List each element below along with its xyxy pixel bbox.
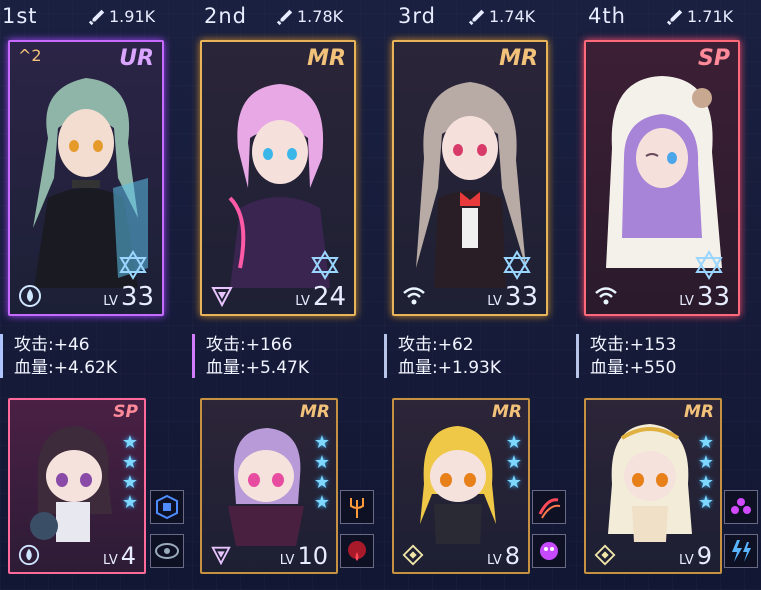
support-card[interactable]: SP ★ ★ ★ ★ LV 4 bbox=[8, 398, 146, 574]
triangle-icon bbox=[211, 287, 233, 308]
character-card[interactable]: SP LV 33 bbox=[584, 40, 740, 316]
stat-accent-bar bbox=[0, 334, 3, 378]
character-card[interactable]: MR LV 33 bbox=[392, 40, 548, 316]
support-portrait bbox=[228, 428, 304, 546]
level-display: LV 24 bbox=[295, 282, 346, 312]
rank-label: 3rd bbox=[398, 4, 436, 28]
star-rating: ★ ★ ★ bbox=[505, 432, 522, 493]
drop-circle-icon bbox=[18, 544, 40, 566]
star-rating: ★ ★ ★ ★ bbox=[697, 432, 714, 513]
diamond-icon bbox=[594, 544, 616, 566]
level-display: LV 33 bbox=[103, 282, 154, 312]
sword-icon bbox=[88, 9, 105, 25]
sword-icon bbox=[468, 9, 485, 25]
sword-icon bbox=[666, 9, 683, 25]
sword-icon bbox=[276, 9, 293, 25]
stat-accent-bar bbox=[384, 334, 387, 378]
character-card[interactable]: MR LV 24 bbox=[200, 40, 356, 316]
star-rating: ★ ★ ★ ★ bbox=[121, 432, 138, 513]
level-display: LV 4 bbox=[103, 542, 136, 570]
rank-label: 1st bbox=[2, 4, 38, 28]
power-value: 1.91K bbox=[109, 7, 156, 26]
power-display: 1.71K bbox=[666, 7, 733, 26]
stat-accent-bar bbox=[576, 334, 579, 378]
support-portrait bbox=[30, 426, 112, 542]
level-display: LV 33 bbox=[679, 282, 730, 312]
level-display: LV 10 bbox=[279, 542, 328, 570]
rank-label: 4th bbox=[588, 4, 626, 28]
stat-bonus: 攻击:+153 血量:+550 bbox=[590, 335, 677, 378]
hexagram-icon bbox=[503, 250, 531, 280]
lightning-skill-icon[interactable] bbox=[724, 534, 758, 568]
fire-slash-skill-icon[interactable] bbox=[532, 490, 566, 524]
team-slot-1[interactable]: 1st 1.91K ^2 UR LV 33 攻击:+46 血量:+4.62K SP bbox=[0, 0, 190, 590]
eye-skill-icon[interactable] bbox=[150, 534, 184, 568]
rank-label: 2nd bbox=[204, 4, 248, 28]
stat-bonus: 攻击:+166 血量:+5.47K bbox=[206, 335, 309, 378]
trident-skill-icon[interactable] bbox=[340, 490, 374, 524]
support-card[interactable]: MR ★ ★ ★ ★ LV 10 bbox=[200, 398, 338, 574]
star-rating: ★ ★ ★ ★ bbox=[313, 432, 330, 513]
power-display: 1.74K bbox=[468, 7, 535, 26]
character-card[interactable]: ^2 UR LV 33 bbox=[8, 40, 164, 316]
support-portrait bbox=[608, 424, 692, 542]
stat-bonus: 攻击:+62 血量:+1.93K bbox=[398, 335, 501, 378]
orb-cluster-skill-icon[interactable] bbox=[724, 490, 758, 524]
blood-skill-icon[interactable] bbox=[340, 534, 374, 568]
hexagram-icon bbox=[311, 250, 339, 280]
level-display: LV 8 bbox=[487, 542, 520, 570]
hexagram-icon bbox=[695, 250, 723, 280]
ascend-badge: ^2 bbox=[18, 46, 42, 65]
wifi-icon bbox=[595, 287, 617, 305]
drop-circle-icon bbox=[19, 285, 41, 307]
support-card[interactable]: MR ★ ★ ★ LV 8 bbox=[392, 398, 530, 574]
support-portrait bbox=[420, 426, 496, 544]
diamond-icon bbox=[402, 544, 424, 566]
hexagram-icon bbox=[119, 250, 147, 280]
power-value: 1.74K bbox=[489, 7, 536, 26]
power-value: 1.71K bbox=[687, 7, 734, 26]
stat-accent-bar bbox=[192, 334, 195, 378]
power-display: 1.91K bbox=[88, 7, 155, 26]
team-slot-4[interactable]: 4th 1.71K SP LV 33 攻击:+153 血量:+550 MR ★ … bbox=[576, 0, 761, 590]
team-slot-3[interactable]: 3rd 1.74K MR LV 33 攻击:+62 血量:+1.93K MR ★ ★… bbox=[384, 0, 574, 590]
spirit-skill-icon[interactable] bbox=[532, 534, 566, 568]
level-display: LV 9 bbox=[679, 542, 712, 570]
shield-skill-icon[interactable] bbox=[150, 490, 184, 524]
level-display: LV 33 bbox=[487, 282, 538, 312]
triangle-icon bbox=[211, 546, 231, 566]
power-display: 1.78K bbox=[276, 7, 343, 26]
power-value: 1.78K bbox=[297, 7, 344, 26]
wifi-icon bbox=[403, 287, 425, 305]
stat-bonus: 攻击:+46 血量:+4.62K bbox=[14, 335, 117, 378]
support-card[interactable]: MR ★ ★ ★ ★ LV 9 bbox=[584, 398, 722, 574]
team-slot-2[interactable]: 2nd 1.78K MR LV 24 攻击:+166 血量:+5.47K MR ★… bbox=[192, 0, 382, 590]
